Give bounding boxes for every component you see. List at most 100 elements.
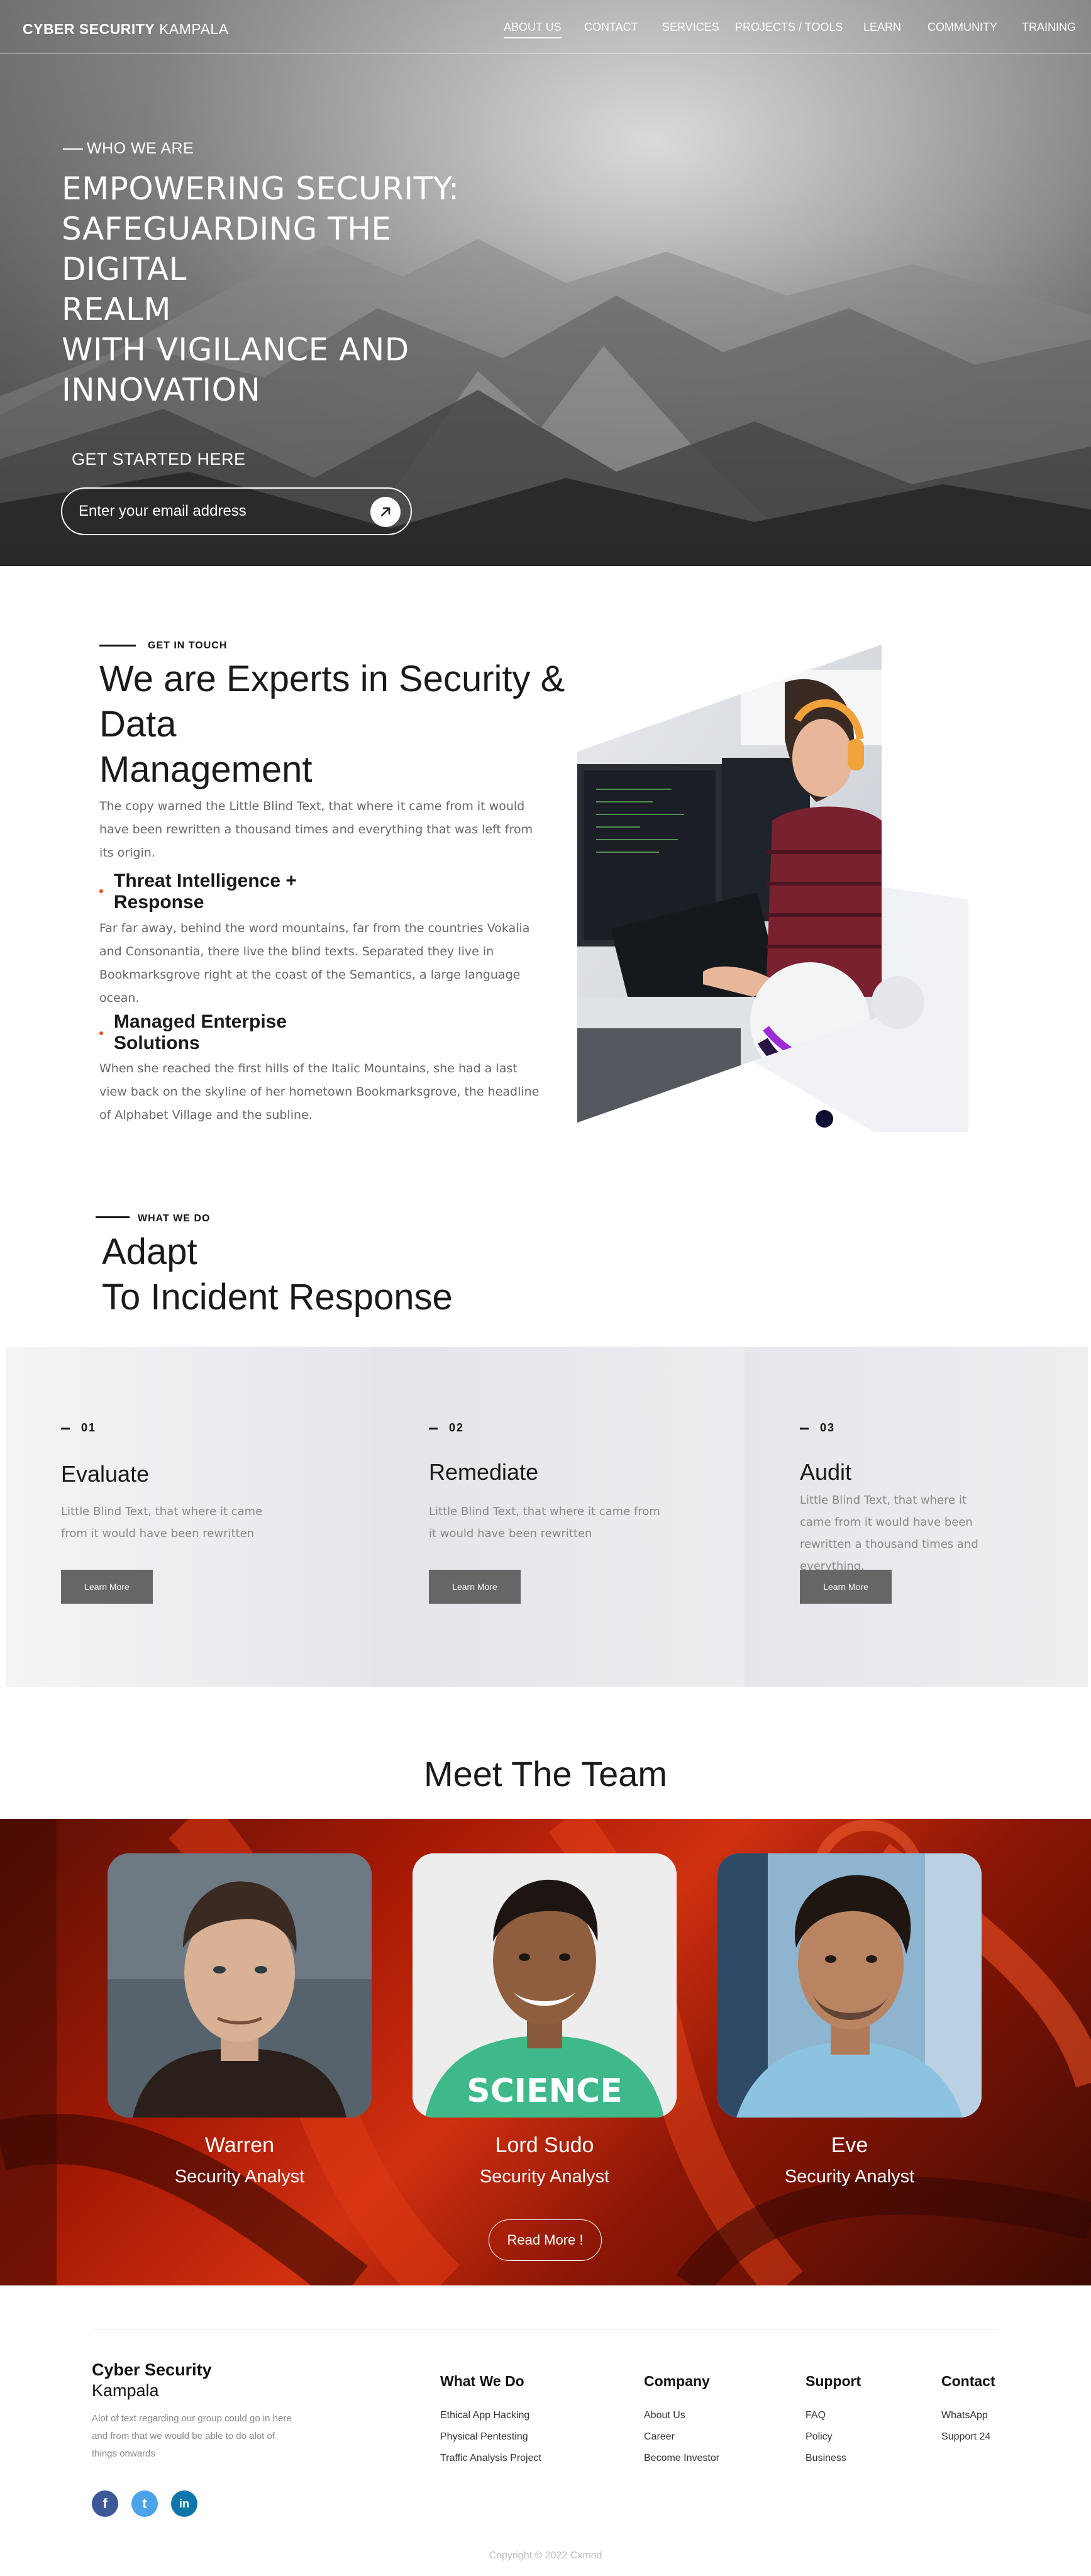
footer-link[interactable]: Ethical App Hacking [440, 2410, 529, 2421]
team-member-name: Warren [204, 2133, 275, 2157]
what-we-do-title-line: To Incident Response [102, 1277, 453, 1318]
team-section: Warren Security Analyst SCIENCE Lord Sud… [0, 1819, 1091, 2285]
linkedin-glyph: in [179, 2497, 189, 2510]
experts-title: We are Experts in Security & Data Manage… [99, 657, 577, 792]
footer-link[interactable]: Business [806, 2453, 846, 2464]
footer-link[interactable]: Physical Pentesting [440, 2431, 528, 2443]
footer-link[interactable]: Become Investor [644, 2453, 719, 2464]
nav-contact[interactable]: CONTACT [584, 21, 638, 34]
learn-more-button[interactable]: Learn More [800, 1570, 892, 1604]
hero-title-line: REALM [62, 291, 172, 328]
card-number: 01 [61, 1421, 96, 1435]
bullet-dot-icon [99, 1031, 103, 1035]
brand-name: CYBER SECURITY [23, 21, 155, 37]
top-navigation: CYBER SECURITY KAMPALA ABOUT US CONTACT … [0, 0, 1091, 54]
hero-title: EMPOWERING SECURITY: SAFEGUARDING THE DI… [62, 169, 502, 410]
copyright: Copyright © 2022 Cxmnd [489, 2550, 602, 2561]
footer-column-title: Company [644, 2373, 710, 2389]
experts-title-line: We are Experts in Security & [99, 658, 565, 699]
facebook-glyph: f [102, 2496, 108, 2511]
experts-title-line: Management [99, 749, 313, 790]
footer-brand: Cyber Security [92, 2360, 212, 2379]
footer-link[interactable]: Support 24 [941, 2431, 990, 2443]
learn-more-button[interactable]: Learn More [61, 1570, 153, 1604]
what-we-do-title: Adapt To Incident Response [102, 1230, 605, 1320]
what-we-do-title-line: Adapt [102, 1231, 197, 1272]
team-member-photo [717, 1853, 982, 2118]
service-card-remediate: 02 Remediate Little Blind Text, that whe… [372, 1347, 745, 1687]
nav-services[interactable]: SERVICES [662, 21, 719, 34]
card-text: Little Blind Text, that where it came fr… [61, 1505, 263, 1540]
footer-column-title: Support [806, 2373, 861, 2389]
portrait-warren-image [108, 1853, 372, 2118]
experts-intro: The copy warned the Little Blind Text, t… [99, 799, 533, 860]
hero-title-line: WITH VIGILANCE AND [62, 331, 409, 368]
feature-title-line: Response [114, 892, 204, 913]
get-started-label: GET STARTED HERE [72, 450, 246, 469]
card-text: Little Blind Text, that where it came fr… [429, 1505, 660, 1540]
feature-text: Far far away, behind the word mountains,… [99, 921, 530, 1005]
nav-training[interactable]: TRAINING [1022, 21, 1076, 34]
what-we-do-eyebrow: WHAT WE DO [138, 1213, 211, 1224]
feature-title-threat-intelligence: Threat Intelligence + Response [114, 870, 297, 913]
brand-location: KAMPALA [159, 21, 229, 37]
experts-title-line: Data [99, 704, 177, 745]
shirt-science-text: SCIENCE [467, 2072, 623, 2110]
twitter-icon[interactable]: t [131, 2490, 158, 2517]
footer-link[interactable]: Traffic Analysis Project [440, 2453, 541, 2464]
eyebrow-rule [96, 1216, 130, 1218]
nav-community[interactable]: COMMUNITY [928, 21, 997, 34]
card-text: Little Blind Text, that where it came fr… [800, 1494, 978, 1573]
footer-link[interactable]: About Us [644, 2410, 685, 2421]
learn-more-button[interactable]: Learn More [429, 1570, 521, 1604]
feature-title-line: Solutions [114, 1033, 200, 1053]
email-signup-form [61, 487, 412, 535]
arrow-up-right-icon [380, 507, 390, 517]
nav-projects-tools[interactable]: PROJECTS / TOOLS [735, 21, 843, 34]
bullet-dot-icon [99, 889, 103, 893]
footer-link[interactable]: WhatsApp [941, 2410, 988, 2421]
team-member-role: Security Analyst [784, 2167, 915, 2187]
developer-at-workstation-image [577, 645, 882, 1123]
eyebrow-rule [99, 645, 136, 647]
brand-logo[interactable]: CYBER SECURITY KAMPALA [23, 21, 229, 38]
nav-about-us[interactable]: ABOUT US [504, 21, 562, 38]
email-input[interactable] [79, 500, 343, 523]
card-title: Evaluate [61, 1461, 150, 1487]
decorative-circle [872, 976, 924, 1029]
nav-links: ABOUT US CONTACT SERVICES PROJECTS / TOO… [462, 21, 1091, 40]
feature-title-line: Managed Enterpise [114, 1011, 287, 1032]
footer-description: Alot of text regarding our group could g… [92, 2413, 292, 2459]
team-member-name: Eve [831, 2133, 868, 2157]
footer-link[interactable]: Policy [806, 2431, 833, 2443]
submit-email-button[interactable] [370, 497, 401, 527]
read-more-button[interactable]: Read More ! [489, 2219, 602, 2261]
decorative-dot [816, 1110, 833, 1128]
card-title: Remediate [429, 1459, 539, 1485]
hero-eyebrow: WHO WE ARE [63, 140, 194, 158]
nav-learn[interactable]: LEARN [863, 21, 901, 34]
card-number: 02 [429, 1421, 464, 1435]
hero-section: CYBER SECURITY KAMPALA ABOUT US CONTACT … [0, 0, 1091, 566]
portrait-lord-sudo-image: SCIENCE [413, 1853, 677, 2118]
footer-column-title: Contact [941, 2373, 995, 2389]
footer-link[interactable]: FAQ [806, 2410, 826, 2421]
hero-title-line: INNOVATION [62, 372, 261, 408]
team-member-photo: SCIENCE [413, 1853, 677, 2118]
team-member-photo [108, 1853, 372, 2118]
hero-title-line: EMPOWERING SECURITY: [62, 170, 460, 207]
twitter-glyph: t [142, 2496, 147, 2511]
footer-brand-sub: Kampala [92, 2381, 159, 2400]
linkedin-icon[interactable]: in [171, 2490, 197, 2517]
get-in-touch-eyebrow: GET IN TOUCH [148, 640, 228, 651]
facebook-icon[interactable]: f [92, 2490, 118, 2517]
hero-title-line: SAFEGUARDING THE DIGITAL [62, 211, 392, 287]
team-member-name: Lord Sudo [495, 2133, 594, 2157]
portrait-eve-image [717, 1853, 982, 2118]
feature-text: When she reached the first hills of the … [99, 1062, 540, 1122]
team-member-role: Security Analyst [174, 2167, 305, 2187]
card-number: 03 [800, 1421, 835, 1435]
feature-title-line: Threat Intelligence + [114, 870, 297, 891]
feature-title-managed-solutions: Managed Enterpise Solutions [114, 1011, 287, 1054]
footer-link[interactable]: Career [644, 2431, 675, 2443]
